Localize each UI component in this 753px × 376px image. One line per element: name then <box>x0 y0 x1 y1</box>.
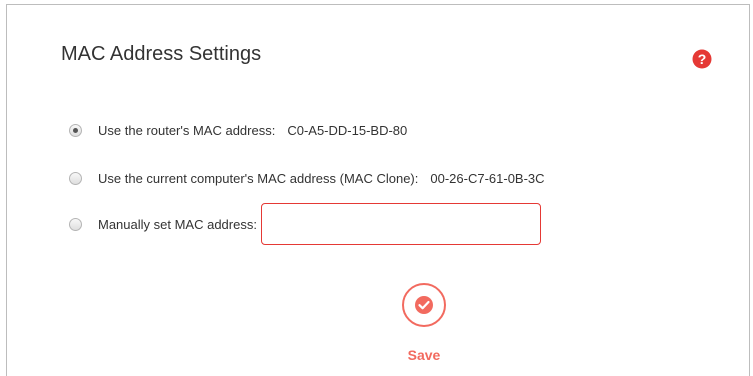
page-title: MAC Address Settings <box>61 43 262 65</box>
clone-mac-radio[interactable] <box>69 172 82 185</box>
router-mac-label: Use the router's MAC address: <box>98 123 276 138</box>
router-mac-value: C0-A5-DD-15-BD-80 <box>287 123 408 138</box>
option-router-mac[interactable]: Use the router's MAC address: C0-A5-DD-1… <box>69 123 407 138</box>
mac-settings-panel: MAC Address Settings ? Use the router's … <box>6 4 750 376</box>
manual-mac-input[interactable] <box>260 203 541 245</box>
clone-mac-label: Use the current computer's MAC address (… <box>98 171 419 186</box>
option-clone-mac[interactable]: Use the current computer's MAC address (… <box>69 171 545 186</box>
router-mac-radio[interactable] <box>69 124 82 137</box>
clone-mac-value: 00-26-C7-61-0B-3C <box>430 171 545 186</box>
manual-mac-label: Manually set MAC address: <box>98 216 257 232</box>
manual-mac-radio[interactable] <box>69 217 82 231</box>
help-icon[interactable]: ? <box>692 49 712 69</box>
svg-text:?: ? <box>698 51 707 67</box>
save-button[interactable] <box>402 283 446 327</box>
save-label[interactable]: Save <box>402 347 446 363</box>
checkmark-icon <box>415 296 433 314</box>
option-manual-mac[interactable]: Manually set MAC address: <box>69 203 541 245</box>
